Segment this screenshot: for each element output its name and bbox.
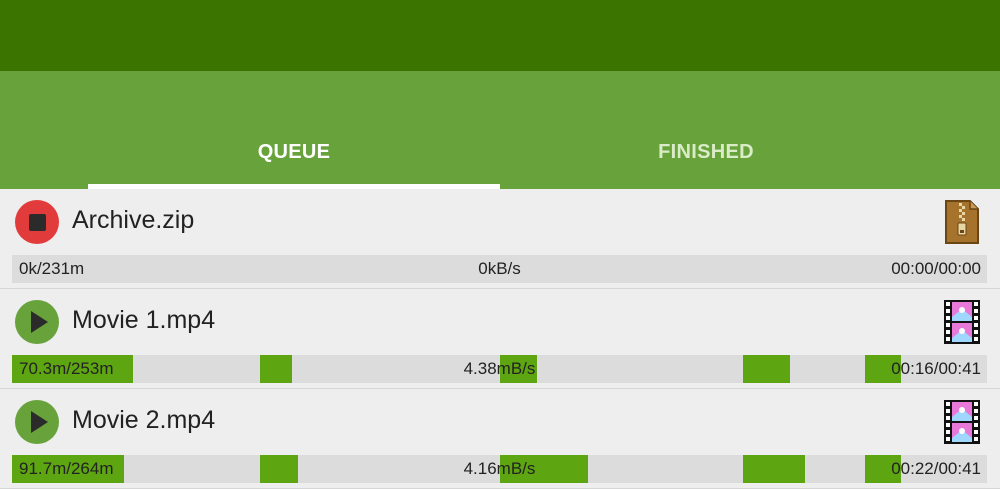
download-speed: 4.16mB/s xyxy=(463,459,536,478)
download-row[interactable]: Movie 1.mp4 70.3m/253m 4.38mB/s 00:16/00… xyxy=(0,289,1000,389)
video-file-icon xyxy=(944,300,980,344)
download-time: 00:22/00:41 xyxy=(891,459,981,478)
resume-download-button[interactable] xyxy=(15,300,59,344)
status-bar xyxy=(0,0,1000,71)
zip-archive-icon xyxy=(945,200,979,244)
download-progress-bar: 0k/231m 0kB/s 00:00/00:00 xyxy=(12,255,987,283)
download-row[interactable]: Archive.zip 0k/231m 0kB/s 00:00/00:00 xyxy=(0,189,1000,289)
stop-icon xyxy=(28,213,46,231)
play-icon xyxy=(31,311,48,333)
download-progress-bar: 70.3m/253m 4.38mB/s 00:16/00:41 xyxy=(12,355,987,383)
download-list: Archive.zip 0k/231m 0kB/s 00:00/00:00 Mo… xyxy=(0,189,1000,489)
tab-bar: QUEUE FINISHED xyxy=(0,71,1000,189)
download-time: 00:00/00:00 xyxy=(891,259,981,278)
file-name: Archive.zip xyxy=(72,206,195,234)
download-speed: 0kB/s xyxy=(478,259,521,278)
download-progress-bar: 91.7m/264m 4.16mB/s 00:22/00:41 xyxy=(12,455,987,483)
download-row[interactable]: Movie 2.mp4 91.7m/264m 4.16mB/s 00:22/00… xyxy=(0,389,1000,489)
download-time: 00:16/00:41 xyxy=(891,359,981,378)
download-speed: 4.38mB/s xyxy=(463,359,536,378)
play-icon xyxy=(31,411,48,433)
file-name: Movie 2.mp4 xyxy=(72,406,216,434)
video-file-icon xyxy=(944,400,980,444)
tab-finished[interactable]: FINISHED xyxy=(500,71,912,189)
tab-queue[interactable]: QUEUE xyxy=(88,71,500,189)
file-name: Movie 1.mp4 xyxy=(72,306,216,334)
resume-download-button[interactable] xyxy=(15,400,59,444)
stop-download-button[interactable] xyxy=(15,200,59,244)
